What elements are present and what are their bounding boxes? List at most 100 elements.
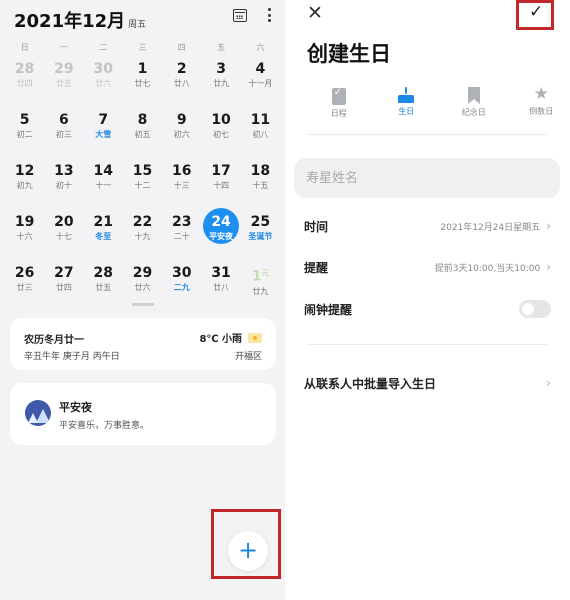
day-number: 26 — [5, 264, 44, 282]
day-cell[interactable]: 17 十四 — [201, 160, 240, 211]
day-cell[interactable]: 9 初六 — [162, 109, 201, 160]
event-subtitle: 平安喜乐，万事胜意。 — [59, 421, 150, 431]
day-number: 28 — [84, 264, 123, 282]
day-cell[interactable]: 11 初八 — [241, 109, 280, 160]
day-cell[interactable]: 20 十七 — [44, 211, 83, 262]
tab-anniversary[interactable]: 纪念日 — [440, 86, 508, 119]
day-cell[interactable]: 10 初七 — [201, 109, 240, 160]
day-cell[interactable]: 16 十三 — [162, 160, 201, 211]
day-number-text: 30 — [93, 61, 113, 77]
day-cell[interactable]: 5 初二 — [5, 109, 44, 160]
day-cell[interactable]: 27 廿四 — [44, 262, 83, 313]
tab-countdown[interactable]: ★ 倒数日 — [508, 86, 570, 119]
plus-icon: + — [237, 536, 259, 564]
tab-birthday[interactable]: 生日 — [373, 86, 441, 119]
day-number: 27 — [44, 264, 83, 282]
day-cell[interactable]: 18 十五 — [241, 160, 280, 211]
day-number-text: 11 — [250, 112, 271, 128]
day-number-text: 18 — [250, 163, 271, 179]
day-number-text: 10 — [211, 112, 231, 128]
day-cell-selected[interactable]: 24 平安夜 — [201, 208, 240, 262]
tab-schedule[interactable]: 日程 — [305, 86, 373, 119]
day-cell[interactable]: 28 廿四 — [5, 58, 44, 109]
alarm-label: 闹钟提醒 — [304, 302, 353, 317]
drag-handle[interactable] — [132, 303, 154, 306]
lunar-info-card[interactable]: 农历冬月廿一 辛丑牛年 庚子月 丙午日 8℃ 小雨 开福区 — [10, 318, 276, 370]
day-number: 15 — [123, 162, 162, 180]
lunar-day-label: 廿六 — [134, 283, 151, 292]
weekday-subtitle: 周五 — [128, 19, 147, 30]
lunar-day-label: 廿三 — [16, 283, 33, 292]
day-cell[interactable]: 30 二九 — [162, 262, 201, 313]
import-contacts-label: 从联系人中批量导入生日 — [304, 376, 437, 391]
day-cell[interactable]: 22 十九 — [123, 211, 162, 262]
lunar-day-label: 廿九 — [252, 286, 269, 296]
day-cell[interactable]: 23 二十 — [162, 211, 201, 262]
day-cell[interactable]: 1 廿七 — [123, 58, 162, 109]
day-cell[interactable]: 29 廿五 — [44, 58, 83, 109]
day-cell[interactable]: 2 廿八 — [162, 58, 201, 109]
lunar-day-label: 十三 — [173, 181, 190, 190]
day-cell[interactable]: 15 十二 — [123, 160, 162, 211]
day-cell[interactable]: 4 十一月 — [241, 58, 280, 109]
day-number: 9 — [162, 111, 201, 129]
day-number-text: 14 — [93, 163, 113, 179]
time-row[interactable]: 时间 2021年12月24日星期五 › — [304, 216, 551, 236]
day-number: 30 — [84, 60, 123, 78]
day-number: 7 — [84, 111, 123, 129]
birthday-name-input[interactable] — [294, 158, 560, 198]
day-number-text: 23 — [172, 214, 192, 230]
day-cell[interactable]: 6 初三 — [44, 109, 83, 160]
day-number-text: 6 — [59, 112, 69, 128]
day-cell[interactable]: 8 初五 — [123, 109, 162, 160]
calendar-header: 2021年12月 周五 — [14, 6, 271, 34]
lunar-day-label: 廿八 — [213, 283, 230, 292]
more-options-icon[interactable] — [267, 8, 271, 22]
ganzhi-date: 辛丑牛年 庚子月 丙午日 — [24, 352, 120, 362]
time-value: 2021年12月24日星期五 — [440, 222, 541, 233]
alarm-toggle[interactable] — [519, 300, 551, 318]
event-card[interactable]: 平安夜 平安喜乐，万事胜意。 — [10, 383, 276, 445]
day-cell[interactable]: 7 大雪 — [84, 109, 123, 160]
lunar-day-label: 初六 — [173, 130, 190, 139]
add-event-button[interactable]: + — [228, 531, 268, 571]
day-cell[interactable]: 31 廿八 — [201, 262, 240, 313]
close-icon[interactable]: ✕ — [307, 2, 323, 24]
day-cell[interactable]: 12 初九 — [5, 160, 44, 211]
month-title[interactable]: 2021年12月 — [14, 7, 125, 33]
day-number: 11 — [241, 111, 280, 129]
calendar-today-icon[interactable] — [233, 8, 247, 22]
day-cell[interactable]: 19 十六 — [5, 211, 44, 262]
chevron-right-icon: › — [546, 219, 551, 233]
day-number: 4 — [241, 60, 280, 78]
day-cell[interactable]: 26 廿三 — [5, 262, 44, 313]
lunar-date: 农历冬月廿一 — [24, 335, 84, 346]
day-number-text: 17 — [211, 163, 231, 179]
day-cell[interactable]: 28 廿五 — [84, 262, 123, 313]
day-cell[interactable]: 25 圣诞节 — [241, 211, 280, 262]
lunar-day-label: 冬至 — [95, 232, 112, 241]
day-cell[interactable]: 13 初十 — [44, 160, 83, 211]
day-cell[interactable]: 21 冬至 — [84, 211, 123, 262]
confirm-check-icon[interactable]: ✓ — [529, 2, 543, 22]
alarm-row: 闹钟提醒 — [304, 299, 551, 319]
day-number: 30 — [162, 264, 201, 282]
lunar-day-label: 二十 — [173, 232, 190, 241]
day-cell[interactable]: 30 廿六 — [84, 58, 123, 109]
lunar-day-label: 平安夜 — [209, 232, 234, 241]
lunar-day-label: 廿五 — [95, 283, 112, 292]
day-number: 13 — [44, 162, 83, 180]
day-cell[interactable]: 3 廿九 — [201, 58, 240, 109]
day-cell[interactable]: 14 十一 — [84, 160, 123, 211]
weather-sun-icon — [248, 332, 262, 343]
day-cell[interactable]: 1元 廿九 — [241, 262, 280, 313]
day-number: 20 — [44, 213, 83, 231]
time-label: 时间 — [304, 219, 329, 234]
reminder-row[interactable]: 提醒 提前3天10:00,当天10:00 › — [304, 257, 551, 277]
day-number-text: 25 — [250, 214, 271, 230]
event-title: 平安夜 — [59, 401, 92, 414]
birthday-cake-icon — [397, 86, 415, 103]
calendar-panel: 2021年12月 周五 日 一 二 三 四 五 六 28 廿四 29 廿五 30 廿六 1 廿七 2 廿八 3 廿… — [0, 0, 285, 600]
import-contacts-row[interactable]: 从联系人中批量导入生日 › — [304, 373, 551, 393]
day-number-text: 7 — [98, 112, 109, 128]
